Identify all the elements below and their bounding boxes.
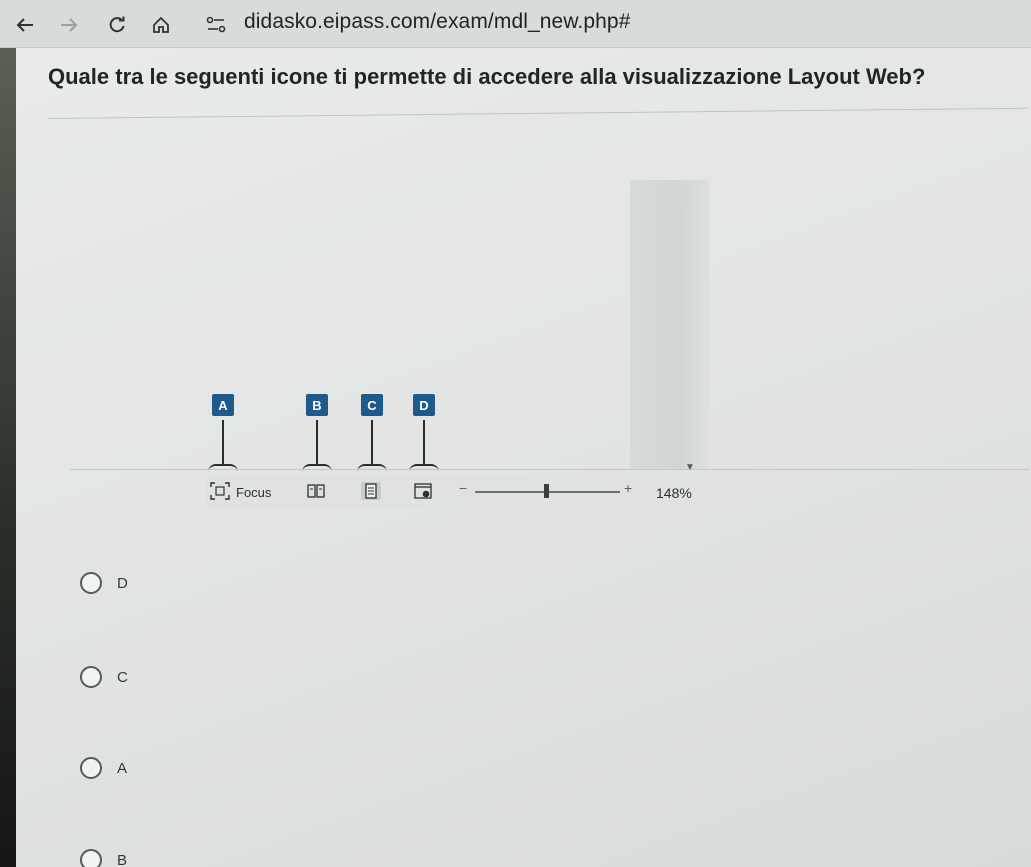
question-text: Quale tra le seguenti icone ti permette … — [48, 64, 926, 89]
callout-b-line — [316, 420, 318, 466]
callout-c-line — [371, 420, 373, 466]
zoom-out-button: − — [459, 480, 468, 496]
site-info-icon[interactable] — [204, 15, 228, 35]
back-arrow-icon[interactable] — [14, 14, 36, 36]
answer-label: B — [117, 851, 128, 867]
figure-background-panel — [630, 180, 710, 470]
radio-button[interactable] — [80, 849, 102, 867]
callout-c-brace — [357, 464, 387, 472]
answer-option-d[interactable]: D — [80, 568, 128, 598]
zoom-level: 148% — [656, 485, 692, 501]
answer-label: A — [117, 759, 128, 777]
radio-button[interactable] — [80, 572, 102, 594]
answer-label: D — [117, 574, 128, 592]
question-figure: A B C D Focus − + 148% ▼ — [70, 180, 1031, 520]
status-bar-divider — [70, 469, 1030, 470]
answer-option-b[interactable]: B — [80, 845, 127, 867]
zoom-in-button: + — [624, 480, 633, 496]
callout-b: B — [306, 394, 328, 416]
answer-option-a[interactable]: A — [80, 753, 127, 783]
callout-a-line — [222, 420, 224, 466]
radio-button[interactable] — [80, 757, 102, 779]
callout-a: A — [212, 394, 234, 416]
zoom-slider-thumb — [544, 484, 549, 498]
forward-arrow-icon[interactable] — [58, 14, 80, 36]
browser-toolbar: didasko.eipass.com/exam/mdl_new.php# — [0, 0, 1031, 48]
focus-label: Focus — [236, 485, 272, 500]
read-mode-icon — [306, 482, 326, 500]
callout-d-line — [423, 420, 425, 466]
callout-d: D — [413, 394, 435, 416]
home-icon[interactable] — [150, 14, 172, 36]
callout-d-brace — [409, 464, 439, 472]
screen-edge — [0, 0, 16, 867]
pin-marker-icon: ▼ — [685, 462, 695, 473]
address-bar-url[interactable]: didasko.eipass.com/exam/mdl_new.php# — [244, 10, 630, 34]
answer-option-c[interactable]: C — [80, 662, 128, 692]
callout-b-brace — [302, 464, 332, 472]
focus-icon — [210, 482, 230, 500]
print-layout-icon — [361, 482, 381, 500]
callout-c: C — [361, 394, 383, 416]
web-layout-icon — [413, 482, 433, 500]
reload-icon[interactable] — [106, 14, 128, 36]
question-divider — [47, 107, 1028, 119]
answer-label: C — [117, 668, 128, 686]
callout-a-brace — [208, 464, 238, 472]
radio-button[interactable] — [80, 666, 102, 688]
